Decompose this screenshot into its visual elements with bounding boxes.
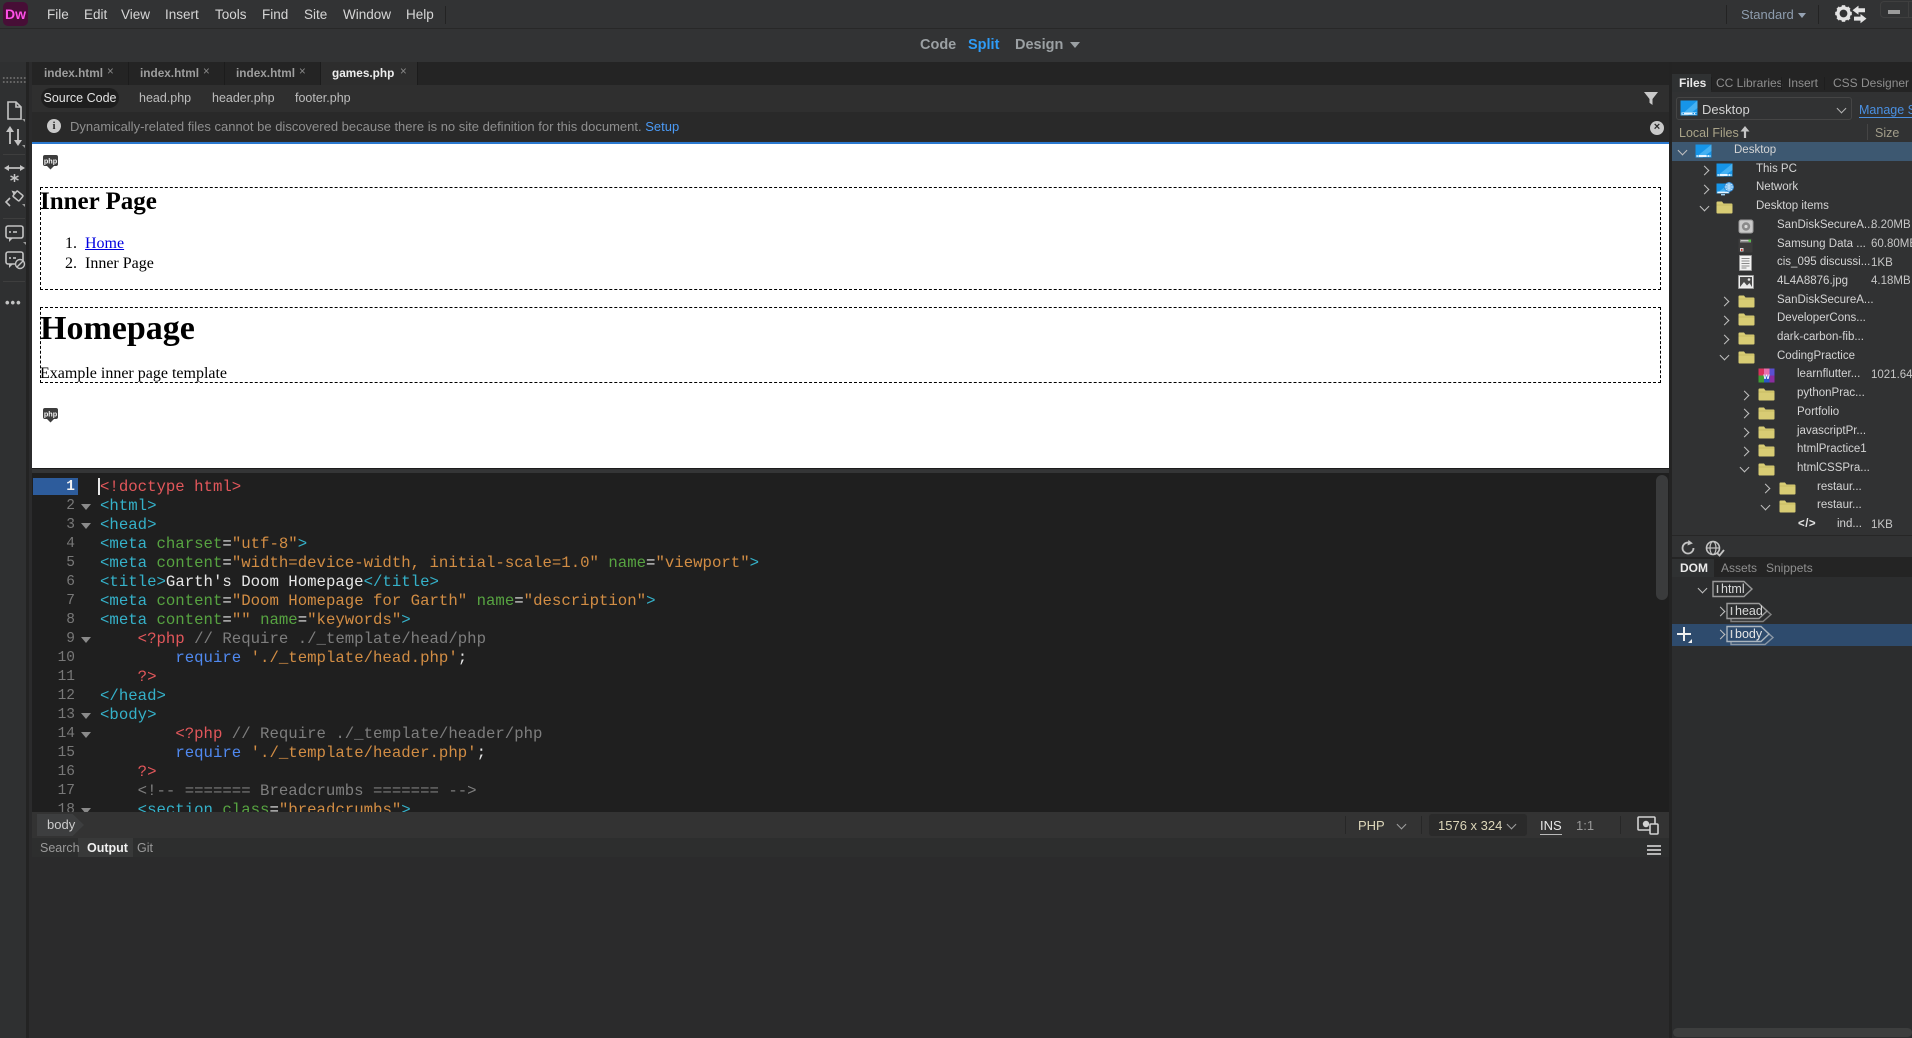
svg-text:php: php — [44, 409, 58, 418]
svg-text:w: w — [1762, 372, 1770, 381]
svg-text:body: body — [1735, 627, 1763, 641]
svg-text:head: head — [1735, 604, 1763, 618]
svg-text:html: html — [1721, 582, 1745, 596]
svg-text:php: php — [44, 156, 58, 165]
